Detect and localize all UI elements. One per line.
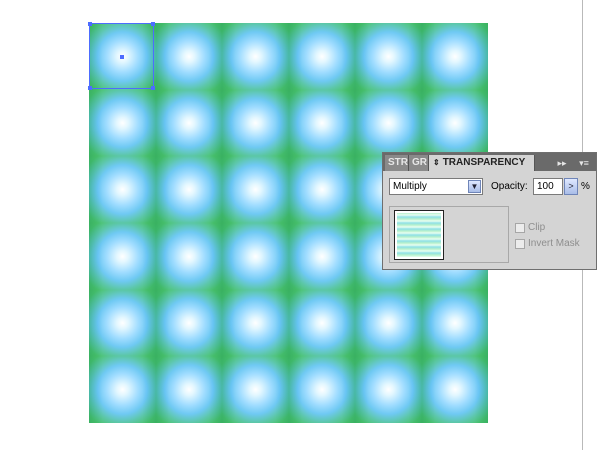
chevron-right-icon[interactable]: > [564, 178, 578, 195]
pattern-tile[interactable] [89, 156, 156, 223]
tab-updown-icon: ⇕ [433, 158, 440, 167]
pattern-tile[interactable] [155, 89, 222, 157]
pattern-tile[interactable] [421, 23, 488, 90]
thumbnail-preview [397, 213, 441, 257]
pattern-tile[interactable] [355, 356, 422, 423]
selection-handle-br[interactable] [151, 86, 155, 90]
pattern-tile[interactable] [288, 222, 355, 290]
thumbnail-area [389, 206, 509, 263]
pattern-tile[interactable] [355, 23, 422, 90]
pattern-tile[interactable] [288, 23, 355, 90]
pattern-tile[interactable] [155, 222, 222, 290]
clip-label: Clip [528, 222, 546, 233]
tab-transparency[interactable]: ⇕ TRANSPARENCY [429, 155, 535, 171]
selection-handle-tr[interactable] [151, 22, 155, 26]
pattern-tile[interactable] [222, 89, 289, 157]
pattern-tile[interactable] [222, 23, 289, 90]
pattern-tile[interactable] [89, 222, 156, 290]
transparency-panel: STR GR ⇕ TRANSPARENCY ▸▸ ▾≡ Multiply ▼ Op… [382, 152, 597, 270]
pattern-tile[interactable] [89, 356, 156, 423]
blend-mode-select[interactable]: Multiply ▼ [389, 178, 483, 195]
tab-transparency-label: TRANSPARENCY [442, 157, 526, 168]
pattern-tile[interactable] [421, 356, 488, 423]
pattern-tile[interactable] [222, 156, 289, 223]
pattern-tile[interactable] [288, 89, 355, 157]
collapse-panel-icon[interactable]: ▸▸ [555, 156, 569, 170]
invert-mask-checkbox[interactable] [515, 238, 525, 249]
opacity-label: Opacity: [491, 181, 528, 192]
pattern-tile[interactable] [288, 356, 355, 423]
selection-handle-tl[interactable] [88, 22, 92, 26]
pattern-tile[interactable] [421, 89, 488, 157]
pattern-tile[interactable] [288, 289, 355, 357]
selection-handle-bl[interactable] [88, 86, 92, 90]
opacity-input[interactable]: 100 [533, 178, 563, 195]
opacity-unit: % [581, 181, 590, 192]
tab-gradient[interactable]: GR [409, 155, 429, 171]
pattern-tile[interactable] [355, 89, 422, 157]
clip-checkbox-row[interactable]: Clip [515, 222, 545, 233]
panel-menu-icon[interactable]: ▾≡ [576, 156, 592, 170]
pattern-tile[interactable] [155, 23, 222, 90]
blend-mode-value: Multiply [393, 181, 427, 192]
invert-mask-label: Invert Mask [528, 238, 580, 249]
pattern-tile[interactable] [355, 289, 422, 357]
pattern-tile[interactable] [222, 222, 289, 290]
pattern-tile[interactable] [155, 156, 222, 223]
object-thumbnail[interactable] [394, 210, 444, 260]
selection-center-point [120, 55, 124, 59]
pattern-tile[interactable] [222, 289, 289, 357]
pattern-tile[interactable] [155, 356, 222, 423]
pattern-tile[interactable] [222, 356, 289, 423]
pattern-tile[interactable] [155, 289, 222, 357]
clip-checkbox[interactable] [515, 222, 525, 233]
pattern-tile[interactable] [288, 156, 355, 223]
pattern-tile[interactable] [89, 289, 156, 357]
invert-mask-checkbox-row[interactable]: Invert Mask [515, 238, 580, 249]
pattern-tile[interactable] [89, 89, 156, 157]
pattern-tile[interactable] [421, 289, 488, 357]
panel-tab-bar: STR GR ⇕ TRANSPARENCY ▸▸ ▾≡ [383, 153, 596, 171]
chevron-down-icon[interactable]: ▼ [468, 180, 481, 193]
tab-stroke[interactable]: STR [385, 155, 409, 171]
